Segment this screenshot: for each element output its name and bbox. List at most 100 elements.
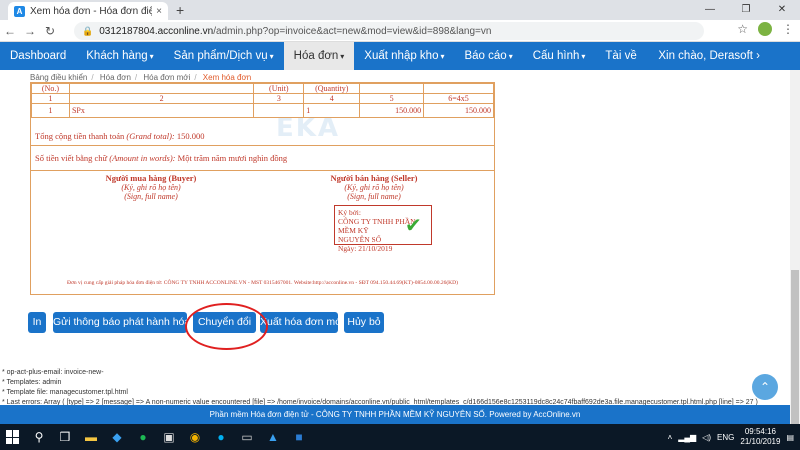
nav-item-label: Khách hàng (86, 50, 148, 62)
table-cell: 150.000 (423, 103, 494, 118)
breadcrumb-current: Xem hóa đơn (202, 73, 252, 82)
export-new-invoice-button[interactable]: Xuất hóa đơn mới (260, 312, 344, 333)
lock-icon: 🔒 (82, 25, 94, 36)
nav-item-invoice[interactable]: Hóa đơn ▾ (283, 42, 355, 70)
breadcrumb: Bảng điều khiển / Hóa đơn / Hóa đơn mới / X… (30, 73, 252, 82)
table-header-row: (No.) (Unit) (Quantity) (31, 83, 494, 94)
seller-signature-block: Người bán hàng (Seller) (Ký, ghi rõ họ t… (314, 173, 434, 201)
url-input[interactable]: 🔒 0312187804.acconline.vn /admin.php?op=… (74, 22, 704, 40)
chevron-down-icon: ▾ (149, 52, 154, 61)
task-view-icon[interactable]: ❒ (52, 424, 78, 450)
forward-icon[interactable]: → (20, 24, 40, 38)
skype-icon[interactable]: ● (208, 424, 234, 450)
amount-words-label: Số tiền viết bằng chữ (35, 153, 108, 163)
chrome-icon[interactable]: ◉ (182, 424, 208, 450)
nav-item-label: Tài về (605, 50, 637, 62)
stamp-date: Ngày: 21/10/2019 (338, 244, 393, 253)
table-cell: SPx (68, 103, 255, 118)
nav-item-label: Sản phẩm/Dịch vụ (173, 50, 268, 62)
table-cell (423, 83, 494, 94)
new-tab-button[interactable]: + (176, 2, 184, 18)
spotify-icon[interactable]: ● (130, 424, 156, 450)
clock-date: 21/10/2019 (740, 437, 781, 446)
user-greeting[interactable]: Xin chào, Derasoft › (658, 42, 760, 70)
table-row: 1 SPx 1 150.000 150.000 (31, 103, 494, 118)
invoice-provider-note: Đơn vị cung cấp giải pháp hóa đơn điện t… (67, 280, 458, 286)
nav-item-customers[interactable]: Khách hàng ▾ (76, 42, 163, 70)
table-cell: 5 (359, 93, 425, 104)
browser-menu-icon[interactable]: ⋮ (782, 22, 794, 36)
search-icon[interactable]: ⚲ (26, 424, 52, 450)
url-host: 0312187804.acconline.vn (99, 25, 214, 37)
scrollbar-thumb[interactable] (791, 270, 799, 450)
buyer-role: Người mua hàng (Buyer) (105, 173, 197, 183)
nav-item-label: Báo cáo (464, 50, 507, 62)
volume-icon[interactable]: ◁) (702, 433, 711, 442)
browser-actions: ☆ ⋮ (737, 22, 794, 36)
browser-tab[interactable]: A Xem hóa đơn - Hóa đơn điện tử × (8, 2, 168, 20)
nav-item-products-services[interactable]: Sản phẩm/Dịch vụ ▾ (164, 42, 284, 70)
scroll-to-top-icon[interactable]: ⌃ (752, 374, 778, 400)
app-a-icon[interactable]: ▲ (260, 424, 286, 450)
bookmark-star-icon[interactable]: ☆ (737, 22, 748, 36)
highlight-circle-annotation (185, 303, 268, 350)
breadcrumb-dashboard[interactable]: Bảng điều khiển (30, 73, 87, 82)
media-app-icon[interactable]: ▣ (156, 424, 182, 450)
table-cell (253, 103, 305, 118)
debug-output: * op-act-plus-email: invoice-new- * Temp… (2, 368, 758, 408)
terminal-icon[interactable]: ▭ (234, 424, 260, 450)
site-favicon-icon: A (14, 5, 25, 17)
seller-sign-hint-en: (Sign, full name) (347, 192, 401, 201)
profile-avatar[interactable] (758, 22, 772, 36)
nav-item-label: Xuất nhập kho (364, 50, 439, 62)
table-cell: 3 (253, 93, 305, 104)
clock[interactable]: 09:54:16 21/10/2019 (740, 427, 780, 447)
file-explorer-icon[interactable]: ▬ (78, 424, 104, 450)
debug-line: * Template file: managecustomer.tpl.html (2, 389, 128, 396)
breadcrumb-invoice[interactable]: Hóa đơn (100, 73, 131, 82)
chevron-down-icon: ▾ (508, 52, 513, 61)
address-bar: ← → ↻ 🔒 0312187804.acconline.vn /admin.p… (0, 20, 800, 42)
tab-close-icon[interactable]: × (156, 6, 162, 17)
table-cell: 2 (68, 93, 255, 104)
language-indicator[interactable]: ENG (717, 433, 734, 442)
buyer-sign-hint-en: (Sign, full name) (124, 192, 178, 201)
buyer-sign-hint: (Ký, ghi rõ họ tên) (121, 183, 181, 192)
print-button[interactable]: In (28, 312, 46, 333)
notifications-icon[interactable]: ▤ (786, 433, 794, 442)
debug-line: * Templates: admin (2, 379, 62, 386)
nav-item-download[interactable]: Tài về (595, 42, 646, 70)
grand-total-row: Tổng cộng tiền thanh toán (Grand total):… (31, 127, 494, 146)
minimize-icon[interactable]: — (692, 0, 728, 20)
tab-title: Xem hóa đơn - Hóa đơn điện tử (30, 5, 153, 17)
nav-item-reports[interactable]: Báo cáo ▾ (454, 42, 522, 70)
table-cell: 150.000 (359, 103, 425, 118)
seller-sign-hint: (Ký, ghi rõ họ tên) (344, 183, 404, 192)
amount-words-label-en: (Amount in words): (109, 153, 176, 163)
nav-item-settings[interactable]: Cấu hình ▾ (523, 42, 596, 70)
grand-total-label-en: (Grand total): (126, 131, 175, 141)
back-icon[interactable]: ← (0, 24, 20, 38)
nav-item-dashboard[interactable]: Dashboard (0, 42, 76, 70)
maximize-icon[interactable]: ❐ (728, 0, 764, 20)
page-scrollbar[interactable] (790, 70, 800, 450)
close-window-icon[interactable]: ✕ (764, 0, 800, 20)
system-tray: ˄ ▂▄▆ ◁) ENG 09:54:16 21/10/2019 ▤ (668, 424, 794, 450)
breadcrumb-new-invoice[interactable]: Hóa đơn mới (143, 73, 190, 82)
vscode-icon[interactable]: ◆ (104, 424, 130, 450)
word-icon[interactable]: ■ (286, 424, 312, 450)
network-icon[interactable]: ▂▄▆ (678, 433, 696, 442)
nav-item-label: Cấu hình (532, 50, 580, 62)
cancel-button[interactable]: Hủy bỏ (344, 312, 384, 333)
table-cell: 6=4x5 (423, 93, 494, 104)
windows-start-icon[interactable] (0, 424, 26, 450)
nav-item-label: Hóa đơn (293, 50, 339, 62)
reload-icon[interactable]: ↻ (40, 24, 60, 38)
tray-arrow-icon[interactable]: ˄ (668, 433, 673, 442)
chevron-down-icon: ▾ (581, 52, 586, 61)
url-path: /admin.php?op=invoice&act=new&mod=view&i… (213, 25, 492, 37)
send-issue-notice-button[interactable]: Gửi thông báo phát hành hóa đơn (53, 312, 212, 333)
chevron-down-icon: ▾ (340, 52, 345, 61)
amount-in-words-row: Số tiền viết bằng chữ (Amount in words):… (31, 149, 494, 171)
nav-item-inventory[interactable]: Xuất nhập kho ▾ (354, 42, 454, 70)
